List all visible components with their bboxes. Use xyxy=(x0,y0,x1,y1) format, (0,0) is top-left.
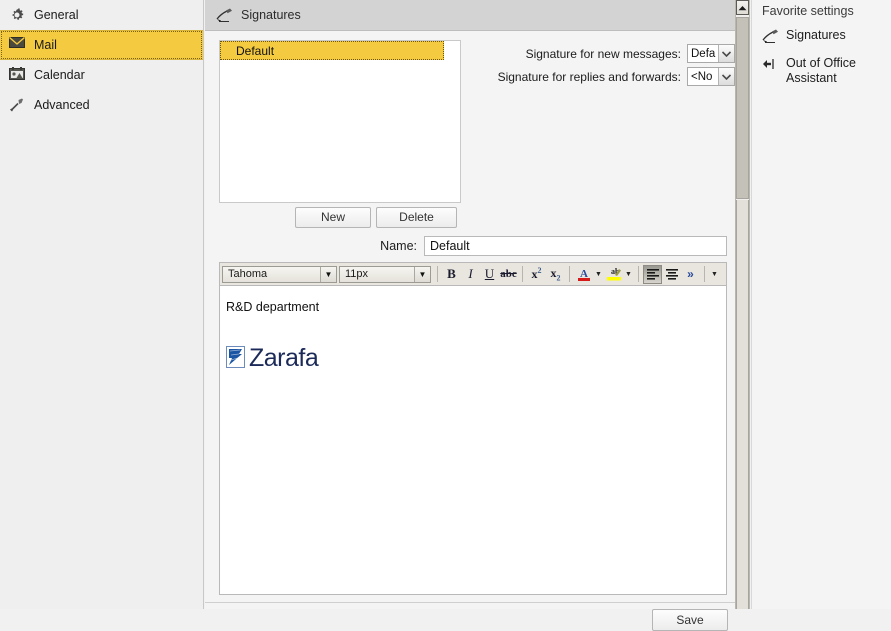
out-of-office-icon xyxy=(762,56,778,72)
favorite-item-signatures[interactable]: Signatures xyxy=(751,22,891,50)
main-scrollbar[interactable] xyxy=(735,0,750,609)
bold-icon[interactable]: B xyxy=(442,265,461,284)
gear-icon xyxy=(9,7,25,23)
new-button[interactable]: New xyxy=(295,207,371,228)
name-row: Name: xyxy=(219,236,727,256)
highlight-color-dropdown-icon[interactable]: ▼ xyxy=(623,265,634,284)
new-messages-row: Signature for new messages: Defa xyxy=(475,44,735,63)
settings-main-panel: Signatures Default Signature for new mes… xyxy=(205,0,741,631)
subscript-icon[interactable]: x2 xyxy=(546,265,565,284)
signature-assignment-block: Signature for new messages: Defa Signatu… xyxy=(475,44,735,90)
chevron-down-icon[interactable]: ▼ xyxy=(414,266,430,282)
font-family-value: Tahoma xyxy=(228,268,268,280)
save-button[interactable]: Save xyxy=(652,609,728,631)
sidebar-item-mail[interactable]: Mail xyxy=(0,30,203,60)
underline-icon[interactable]: U xyxy=(480,265,499,284)
toolbar-separator xyxy=(704,266,705,282)
scroll-up-button[interactable] xyxy=(736,0,749,15)
envelope-icon xyxy=(9,36,25,53)
font-color-dropdown-icon[interactable]: ▼ xyxy=(593,265,604,284)
superscript-icon[interactable]: x2 xyxy=(527,265,546,284)
chevron-down-icon[interactable]: ▼ xyxy=(320,266,336,282)
page-title: Signatures xyxy=(241,8,301,22)
favorites-title: Favorite settings xyxy=(762,4,854,18)
favorite-item-out-of-office[interactable]: Out of Office Assistant xyxy=(751,50,891,92)
font-size-value: 11px xyxy=(345,268,369,280)
scrollbar-track[interactable] xyxy=(736,200,749,609)
chevron-down-icon[interactable] xyxy=(718,68,734,85)
signature-pen-icon xyxy=(762,28,778,44)
list-item[interactable]: Default xyxy=(220,41,444,60)
panel-divider xyxy=(751,0,752,609)
font-size-select[interactable]: 11px ▼ xyxy=(339,265,431,283)
calendar-icon xyxy=(9,67,25,83)
sidebar-item-label: General xyxy=(34,8,79,22)
sidebar-item-label: Calendar xyxy=(34,68,85,82)
new-messages-select[interactable]: Defa xyxy=(687,44,735,63)
chevron-down-icon[interactable] xyxy=(718,45,734,62)
signature-editor: Tahoma ▼ 11px ▼ B I U abc x2 x2 A ▼ ab ▼… xyxy=(219,262,727,595)
replies-forwards-select[interactable]: <No xyxy=(687,67,735,86)
signature-pen-icon xyxy=(216,7,232,23)
name-input[interactable] xyxy=(424,236,727,256)
favorite-settings-panel: Favorite settings Signatures Out of Offi… xyxy=(751,0,891,609)
font-family-select[interactable]: Tahoma ▼ xyxy=(222,265,337,283)
panel-body: Default Signature for new messages: Defa… xyxy=(205,31,741,631)
zarafa-logo-text: Zarafa xyxy=(249,344,319,372)
signature-list[interactable]: Default xyxy=(219,40,461,203)
align-left-icon[interactable] xyxy=(643,264,662,284)
favorite-item-label: Signatures xyxy=(786,28,846,42)
zarafa-logo-mark xyxy=(226,346,245,371)
italic-icon[interactable]: I xyxy=(461,265,480,284)
favorite-item-label: Out of Office Assistant xyxy=(786,56,856,85)
sidebar-item-calendar[interactable]: Calendar xyxy=(0,60,203,90)
font-color-icon[interactable]: A xyxy=(574,265,593,284)
toolbar-separator xyxy=(638,266,639,282)
settings-window: General Mail Calendar Advanced Signature… xyxy=(0,0,891,631)
toolbar-overflow-icon[interactable]: ▼ xyxy=(709,265,720,284)
scrollbar-thumb[interactable] xyxy=(736,17,749,199)
settings-sidebar: General Mail Calendar Advanced xyxy=(0,0,204,609)
sidebar-item-general[interactable]: General xyxy=(0,0,203,30)
replies-forwards-label: Signature for replies and forwards: xyxy=(497,69,681,84)
replies-forwards-row: Signature for replies and forwards: <No xyxy=(475,67,735,86)
name-label: Name: xyxy=(380,239,417,253)
wrench-icon xyxy=(9,97,25,113)
signature-text-line: R&D department xyxy=(226,300,320,314)
toolbar-separator xyxy=(522,266,523,282)
sidebar-item-advanced[interactable]: Advanced xyxy=(0,90,203,120)
new-messages-label: Signature for new messages: xyxy=(525,46,681,61)
sidebar-item-label: Mail xyxy=(34,38,57,52)
delete-button[interactable]: Delete xyxy=(376,207,457,228)
footer-divider xyxy=(205,602,741,603)
toolbar-separator xyxy=(569,266,570,282)
signature-content-area[interactable]: R&D department Zarafa xyxy=(220,286,726,594)
zarafa-logo: Zarafa xyxy=(223,344,726,373)
align-center-icon[interactable] xyxy=(662,265,681,284)
strikethrough-icon[interactable]: abc xyxy=(499,265,518,284)
editor-toolbar: Tahoma ▼ 11px ▼ B I U abc x2 x2 A ▼ ab ▼… xyxy=(220,263,726,286)
sidebar-item-label: Advanced xyxy=(34,98,90,112)
more-tools-icon[interactable]: » xyxy=(681,265,700,284)
panel-header: Signatures xyxy=(205,0,741,31)
highlight-color-icon[interactable]: ab xyxy=(604,265,623,284)
toolbar-separator xyxy=(437,266,438,282)
